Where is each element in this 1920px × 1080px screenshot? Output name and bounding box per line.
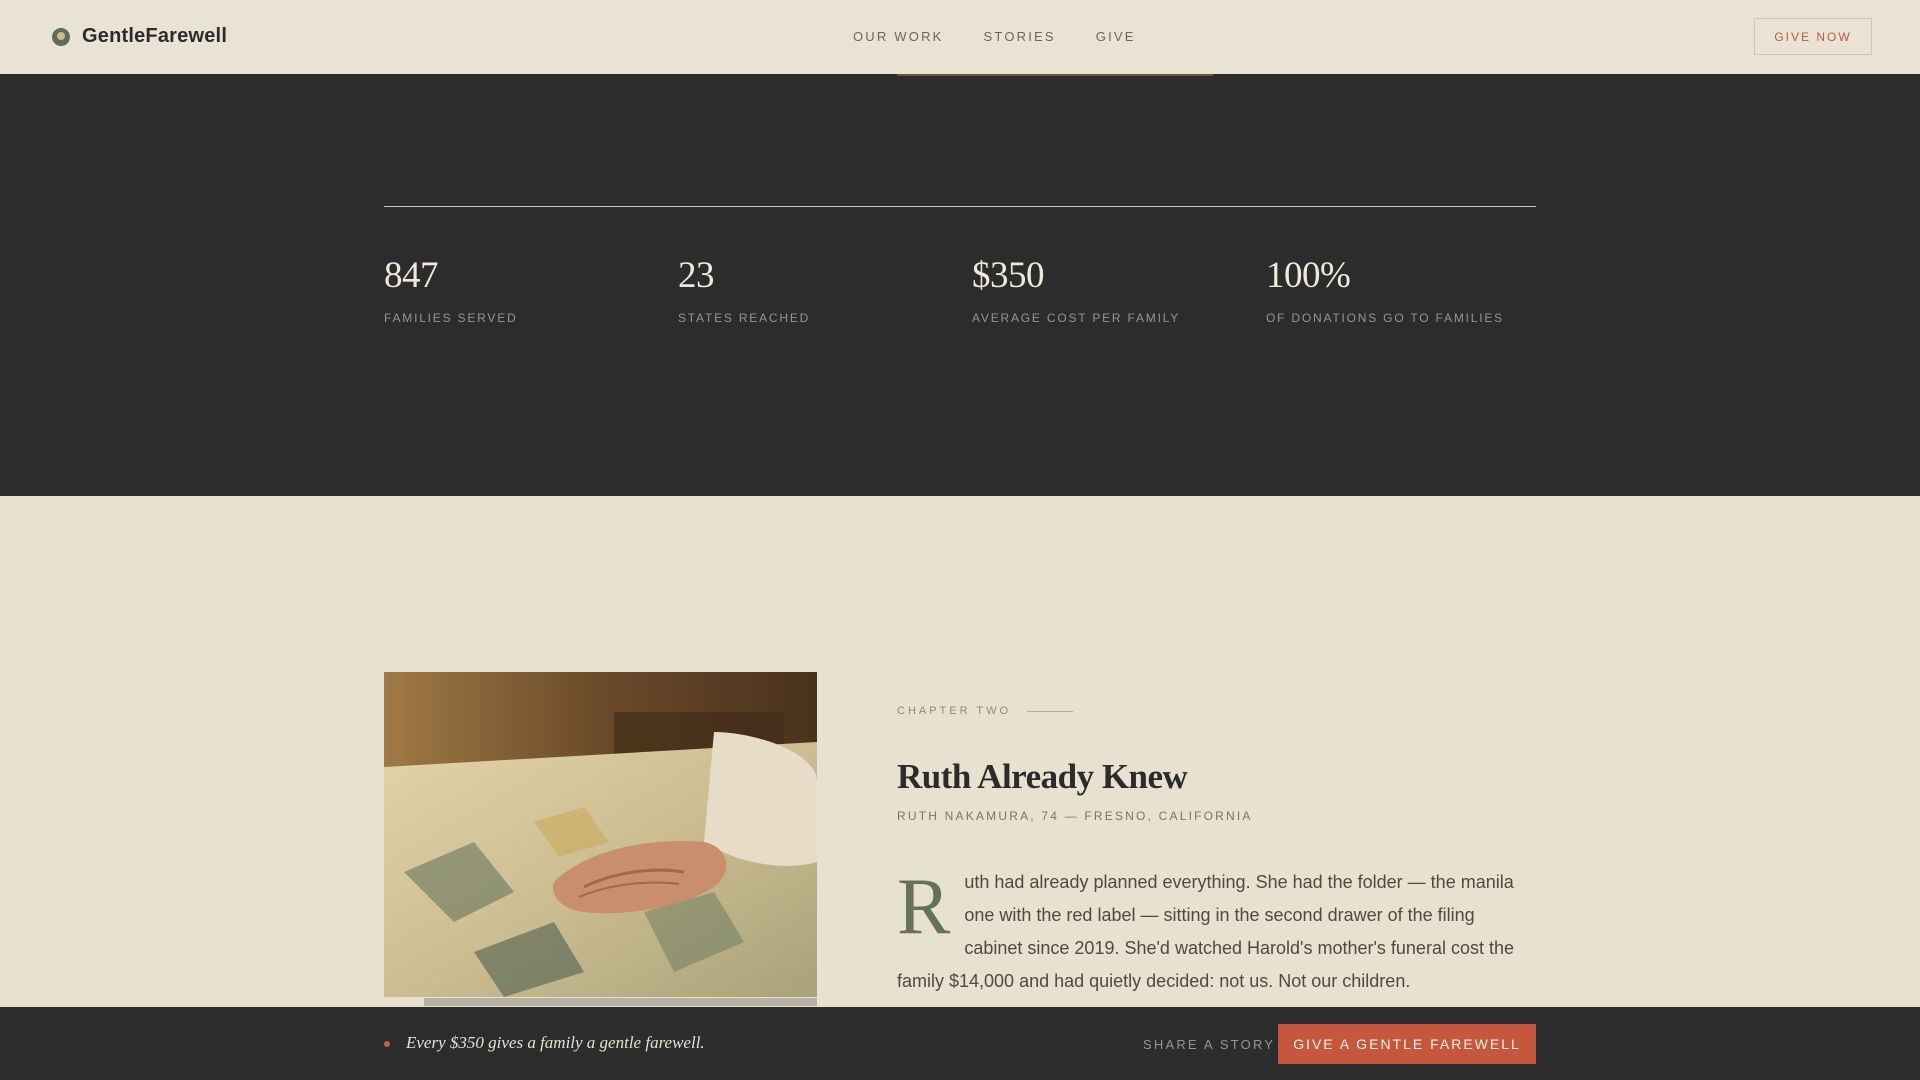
stat-label: FAMILIES SERVED xyxy=(384,311,518,325)
drop-cap: R xyxy=(897,863,951,951)
main-nav: OUR WORK STORIES GIVE xyxy=(853,29,1136,44)
stat-average-cost: $350 AVERAGE COST PER FAMILY xyxy=(972,254,1180,325)
impact-stats-section: 847 FAMILIES SERVED 23 STATES REACHED $3… xyxy=(0,74,1920,496)
chapter-body-text: uth had already planned everything. She … xyxy=(897,872,1514,991)
share-story-link[interactable]: SHARE A STORY xyxy=(1143,1037,1275,1052)
chapter-byline: RUTH NAKAMURA, 74 — FRESNO, CALIFORNIA xyxy=(897,809,1253,823)
chapter-kicker: CHAPTER TWO xyxy=(897,705,1074,717)
stat-label: STATES REACHED xyxy=(678,311,811,325)
stat-donations-percent: 100% OF DONATIONS GO TO FAMILIES xyxy=(1266,254,1504,325)
bullet-dot-icon xyxy=(384,1041,390,1047)
stat-label: AVERAGE COST PER FAMILY xyxy=(972,311,1181,325)
kicker-rule xyxy=(1027,710,1074,712)
stat-value: 23 xyxy=(678,255,715,296)
leaf-icon xyxy=(52,27,70,46)
stats-divider xyxy=(384,206,1536,207)
chapter-body: R uth had already planned everything. Sh… xyxy=(897,866,1537,998)
sticky-donate-bar: Every $350 gives a family a gentle farew… xyxy=(0,1007,1920,1080)
hands-on-quilt-image xyxy=(384,672,817,997)
chapter-title: Ruth Already Knew xyxy=(897,757,1188,796)
brand[interactable]: GentleFarewell xyxy=(52,25,227,48)
nav-give[interactable]: GIVE xyxy=(1096,29,1136,44)
stat-label: OF DONATIONS GO TO FAMILIES xyxy=(1266,311,1504,325)
nav-our-work[interactable]: OUR WORK xyxy=(853,29,944,44)
stat-value: $350 xyxy=(972,255,1045,296)
brand-name: GentleFarewell xyxy=(82,25,228,47)
story-photo xyxy=(384,672,817,997)
photo-shadow xyxy=(424,998,817,1006)
stat-value: 847 xyxy=(384,255,439,296)
chapter-label: CHAPTER TWO xyxy=(897,705,1012,717)
nav-stories[interactable]: STORIES xyxy=(984,29,1056,44)
stat-families-served: 847 FAMILIES SERVED xyxy=(384,254,517,325)
stat-value: 100% xyxy=(1266,255,1351,296)
give-now-button[interactable]: GIVE NOW xyxy=(1754,18,1872,55)
give-gentle-farewell-button[interactable]: GIVE A GENTLE FAREWELL xyxy=(1278,1024,1536,1064)
stat-states-reached: 23 STATES REACHED xyxy=(678,254,810,325)
donate-tagline: Every $350 gives a family a gentle farew… xyxy=(406,1033,705,1052)
site-header: GentleFarewell OUR WORK STORIES GIVE GIV… xyxy=(0,0,1920,74)
